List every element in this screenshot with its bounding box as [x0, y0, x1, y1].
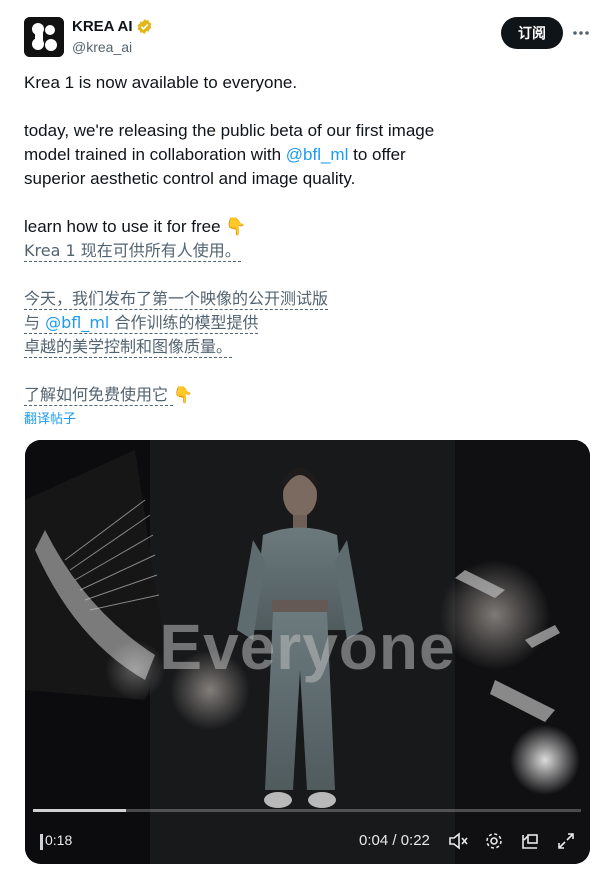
mute-icon[interactable]	[447, 830, 469, 852]
post-line: today, we're releasing the public beta o…	[24, 121, 435, 140]
hover-time: 0:18	[45, 832, 73, 848]
translated-line: Krea 1 现在可供所有人使用。	[24, 241, 241, 262]
pointing-down-emoji: 👇	[173, 385, 194, 404]
account-name[interactable]: KREA AI	[72, 18, 133, 35]
translate-post-link[interactable]: 翻译帖子	[24, 408, 76, 427]
account-handle[interactable]: @krea_ai	[72, 39, 132, 55]
video-player[interactable]: Everyone 0:18 0:04 / 0:22	[25, 440, 590, 864]
post-text: Krea 1 is now available to everyone. tod…	[24, 71, 584, 407]
video-progress-bar[interactable]	[33, 809, 581, 812]
post-line: Krea 1 is now available to everyone.	[24, 73, 298, 92]
mention-link[interactable]: @bfl_ml	[45, 313, 109, 332]
translated-line: 了解如何免费使用它 👇	[24, 385, 194, 406]
name-row: KREA AI	[72, 18, 153, 35]
post-line: superior aesthetic control and image qua…	[24, 169, 356, 188]
post-header: KREA AI @krea_ai 订阅	[24, 17, 592, 59]
mention-link[interactable]: @bfl_ml	[286, 145, 349, 164]
settings-gear-icon[interactable]	[483, 830, 505, 852]
post-line: model trained in collaboration with @bfl…	[24, 145, 406, 164]
video-progress-fill	[33, 809, 127, 812]
pointing-down-emoji: 👇	[225, 217, 247, 236]
translated-line: 卓越的美学控制和图像质量。	[24, 337, 233, 358]
subscribe-button[interactable]: 订阅	[501, 17, 563, 49]
avatar[interactable]	[24, 17, 64, 57]
video-overlay-text: Everyone	[159, 611, 456, 683]
post-line: learn how to use it for free 👇	[24, 217, 247, 236]
translated-line: 与 @bfl_ml 合作训练的模型提供	[24, 313, 259, 334]
translated-line: 今天，我们发布了第一个映像的公开测试版	[24, 289, 329, 310]
verified-badge-icon	[137, 19, 152, 34]
pip-icon[interactable]	[519, 830, 541, 852]
fullscreen-icon[interactable]	[555, 830, 577, 852]
time-display: 0:04 / 0:22	[359, 832, 430, 849]
krea-logo-icon	[24, 17, 64, 57]
more-horizontal-icon[interactable]	[569, 21, 593, 45]
scrubber-handle[interactable]	[40, 834, 43, 850]
